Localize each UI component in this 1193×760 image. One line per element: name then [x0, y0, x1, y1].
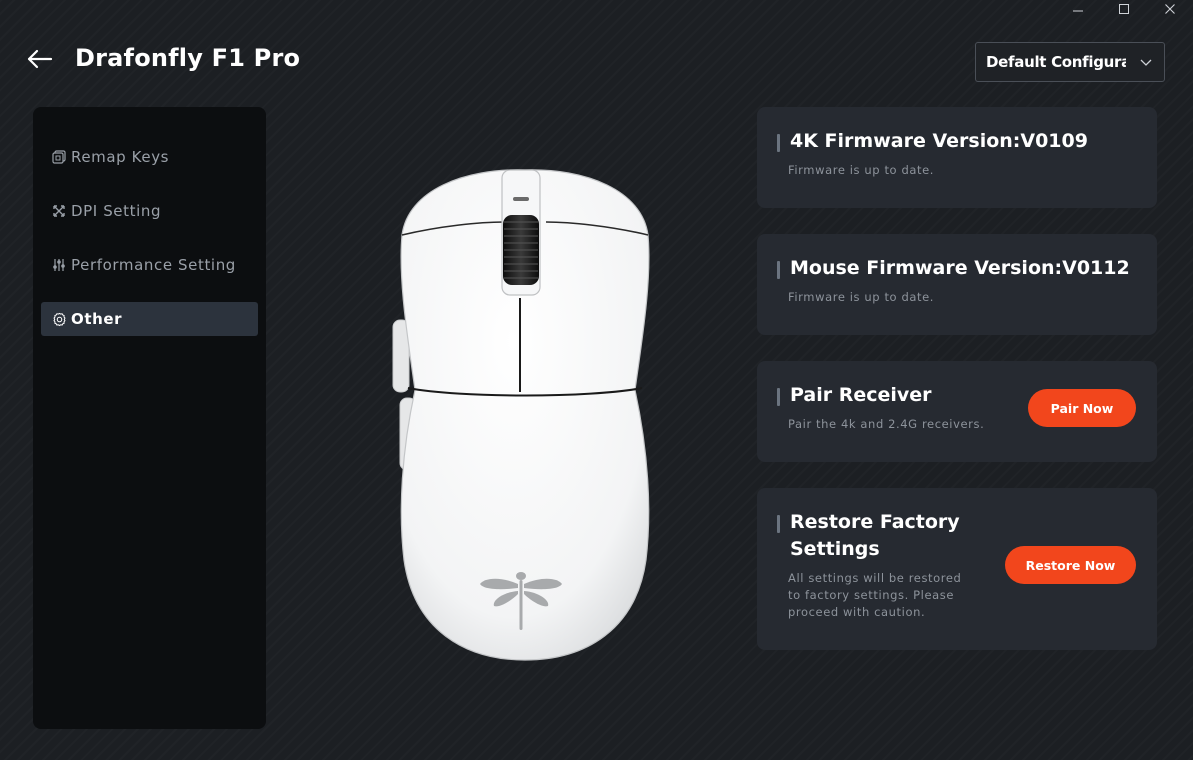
chevron-down-icon: [1140, 59, 1152, 66]
firmware-4k-card: 4K Firmware Version:V0109 Firmware is up…: [757, 107, 1157, 208]
arrow-left-icon: [27, 49, 53, 69]
card-description: proceed with caution.: [788, 605, 926, 619]
back-button[interactable]: [27, 49, 53, 69]
sliders-icon: [51, 257, 67, 273]
sidebar-item-performance-setting[interactable]: Performance Setting: [41, 248, 258, 282]
card-title: Pair Receiver: [790, 384, 932, 406]
card-title: Mouse Firmware Version:V0112: [790, 257, 1130, 279]
card-description: Firmware is up to date.: [788, 163, 935, 177]
sidebar-item-label: Other: [71, 310, 123, 328]
gear-icon: [51, 311, 67, 327]
keyboard-icon: [51, 149, 67, 165]
card-description: All settings will be restored: [788, 571, 962, 585]
card-accent-bar: [777, 261, 780, 279]
mouse-image: [380, 160, 670, 670]
restore-factory-card: Restore Factory Settings All settings wi…: [757, 488, 1157, 650]
close-icon: [1165, 4, 1175, 14]
sidebar-item-remap-keys[interactable]: Remap Keys: [41, 140, 258, 174]
close-button[interactable]: [1147, 0, 1193, 18]
page-title: Drafonfly F1 Pro: [75, 44, 301, 72]
card-description: to factory settings. Please: [788, 588, 955, 602]
sidebar-item-label: DPI Setting: [71, 202, 162, 220]
card-accent-bar: [777, 134, 780, 152]
sidebar-item-label: Performance Setting: [71, 256, 236, 274]
mouse-firmware-card: Mouse Firmware Version:V0112 Firmware is…: [757, 234, 1157, 335]
restore-now-button[interactable]: Restore Now: [1005, 546, 1136, 584]
sidebar: Remap Keys DPI Setting Performance Setti…: [33, 107, 266, 729]
pair-receiver-card: Pair Receiver Pair the 4k and 2.4G recei…: [757, 361, 1157, 462]
card-title: Restore Factory: [790, 511, 960, 533]
sidebar-item-dpi-setting[interactable]: DPI Setting: [41, 194, 258, 228]
card-title: Settings: [790, 538, 880, 560]
card-accent-bar: [777, 388, 780, 406]
config-dropdown[interactable]: Default Configuration: [975, 42, 1165, 82]
config-dropdown-value: Default Configuration: [986, 53, 1126, 71]
cross-arrows-icon: [51, 203, 67, 219]
maximize-button[interactable]: [1101, 0, 1147, 18]
card-accent-bar: [777, 515, 780, 533]
card-title: 4K Firmware Version:V0109: [790, 130, 1088, 152]
maximize-icon: [1119, 4, 1129, 14]
window-controls: [1055, 0, 1193, 18]
card-description: Firmware is up to date.: [788, 290, 935, 304]
minimize-button[interactable]: [1055, 0, 1101, 18]
pair-now-button[interactable]: Pair Now: [1028, 389, 1136, 427]
minimize-icon: [1073, 10, 1083, 12]
sidebar-item-label: Remap Keys: [71, 148, 170, 166]
card-description: Pair the 4k and 2.4G receivers.: [788, 417, 985, 431]
sidebar-item-other[interactable]: Other: [41, 302, 258, 336]
